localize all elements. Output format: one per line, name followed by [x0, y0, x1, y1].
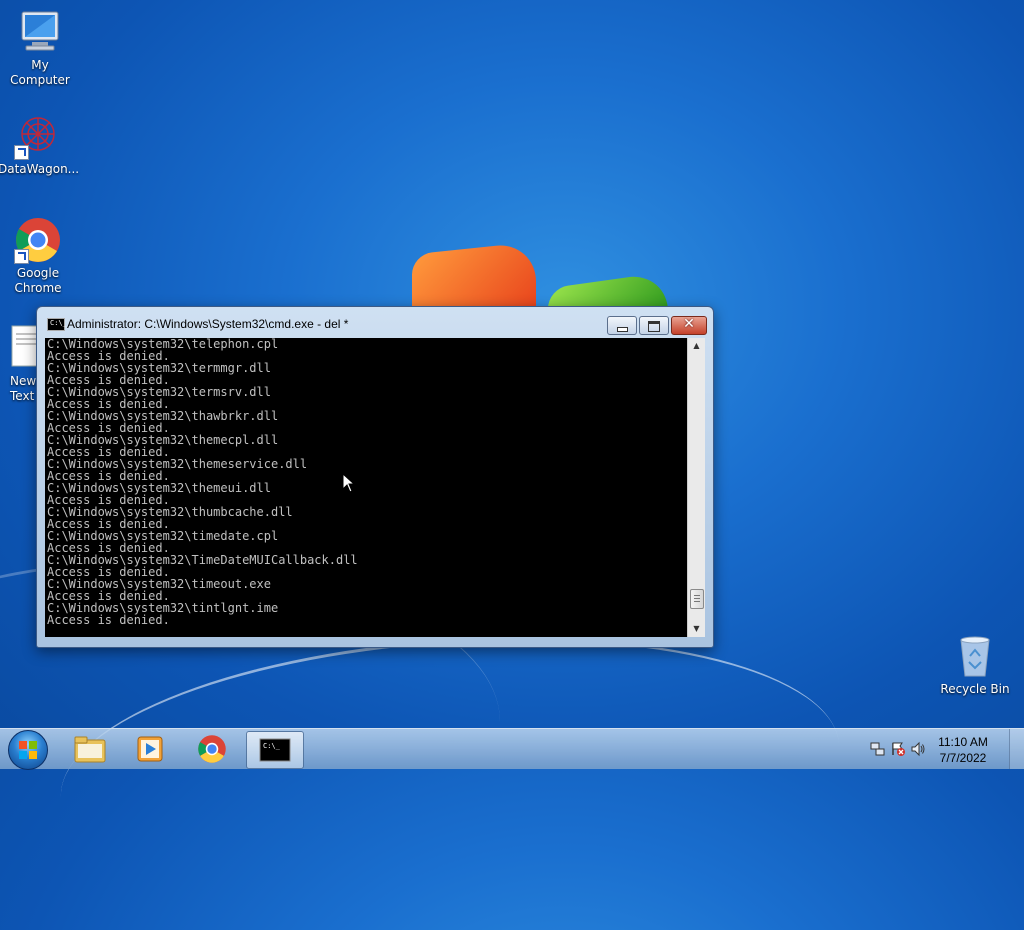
- desktop-icon-google-chrome[interactable]: Google Chrome: [0, 216, 78, 296]
- clock[interactable]: 11:10 AM 7/7/2022: [930, 734, 996, 766]
- title-bar[interactable]: C:\_ Administrator: C:\Windows\System32\…: [37, 307, 713, 337]
- taskbar-cmd-button[interactable]: C:\_: [246, 731, 304, 769]
- chrome-icon: [198, 735, 226, 763]
- desktop-icon-my-computer[interactable]: My Computer: [0, 8, 80, 88]
- clock-time: 11:10 AM: [938, 735, 988, 749]
- desktop-icon-recycle-bin[interactable]: Recycle Bin: [935, 632, 1015, 697]
- desktop-icon-datawagon[interactable]: DataWagon...: [0, 112, 80, 177]
- scroll-down-arrow[interactable]: ▼: [688, 621, 705, 637]
- scroll-up-arrow[interactable]: ▲: [688, 338, 705, 354]
- scroll-thumb[interactable]: [690, 589, 704, 609]
- console-output[interactable]: C:\Windows\system32\telephon.cpl Access i…: [45, 338, 687, 637]
- maximize-button[interactable]: [639, 316, 669, 335]
- datawagon-icon: [14, 112, 62, 160]
- action-center-icon[interactable]: [890, 741, 906, 757]
- maximize-icon: [648, 321, 660, 332]
- cmd-icon: C:\_: [47, 318, 67, 331]
- taskbar: C:\_ 11:10 AM 7/7/2022: [0, 728, 1024, 770]
- chrome-icon: [14, 216, 62, 264]
- desktop-icon-label: Google Chrome: [14, 266, 62, 295]
- volume-icon[interactable]: [910, 741, 926, 757]
- folder-icon: [74, 736, 106, 763]
- close-button[interactable]: ✕: [671, 316, 707, 335]
- system-tray: 11:10 AM 7/7/2022: [854, 729, 1024, 769]
- desktop-icon-label: My Computer: [10, 58, 70, 87]
- svg-text:C:\_: C:\_: [263, 742, 281, 750]
- taskbar-chrome-button[interactable]: [184, 731, 240, 767]
- minimize-button[interactable]: [607, 316, 637, 335]
- taskbar-explorer-button[interactable]: [62, 731, 118, 767]
- windows-flag-icon: [19, 741, 37, 759]
- vertical-scrollbar[interactable]: ▲ ▼: [687, 338, 705, 637]
- computer-icon: [16, 8, 64, 56]
- network-icon[interactable]: [870, 741, 886, 757]
- window-title: Administrator: C:\Windows\System32\cmd.e…: [67, 317, 349, 331]
- desktop-icon-label: Recycle Bin: [940, 682, 1010, 696]
- console-line: Access is denied.: [47, 613, 170, 627]
- shortcut-arrow-icon: [14, 249, 29, 264]
- shortcut-arrow-icon: [14, 145, 29, 160]
- clock-date: 7/7/2022: [939, 751, 987, 765]
- mouse-cursor-icon: [342, 472, 356, 497]
- start-button[interactable]: [8, 730, 48, 770]
- media-player-icon: [137, 736, 163, 762]
- desktop-icon-label: DataWagon...: [0, 162, 80, 176]
- cmd-window[interactable]: C:\_ Administrator: C:\Windows\System32\…: [36, 306, 714, 648]
- cmd-icon: C:\_: [259, 738, 291, 762]
- taskbar-media-player-button[interactable]: [122, 731, 178, 767]
- show-desktop-button[interactable]: [1009, 729, 1024, 769]
- close-icon: ✕: [683, 316, 695, 332]
- recycle-bin-icon: [951, 632, 999, 680]
- minimize-icon: [617, 327, 628, 332]
